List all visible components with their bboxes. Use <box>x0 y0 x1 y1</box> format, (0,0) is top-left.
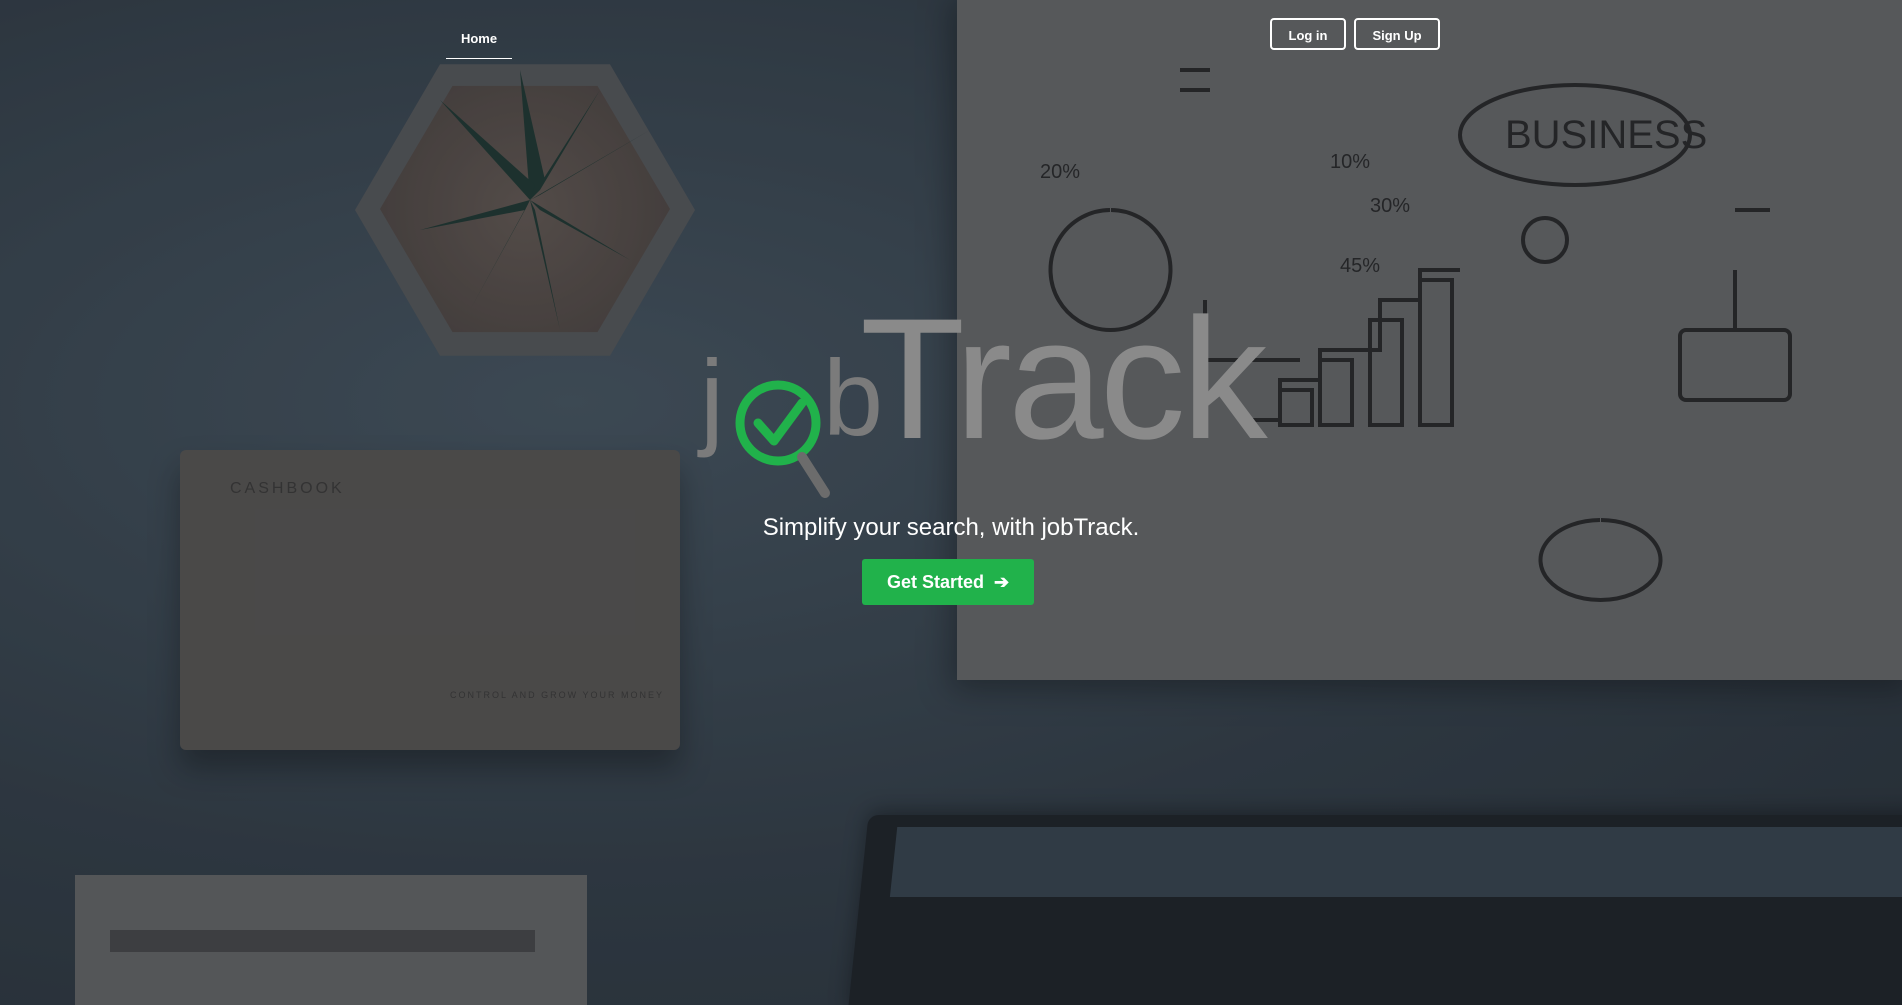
get-started-label: Get Started <box>886 572 984 592</box>
logo-track-text: Track <box>860 283 1268 475</box>
logo-letter-j: j <box>700 337 724 458</box>
nav-home-link[interactable]: Home <box>446 24 512 59</box>
jobtrack-logo: j b Track <box>700 283 1268 510</box>
get-started-button[interactable]: Get Started ➔ <box>862 559 1034 605</box>
hero-tagline: Simplify your search, with jobTrack. <box>762 514 1140 541</box>
login-button[interactable]: Log in <box>1270 18 1346 50</box>
arrow-right-icon: ➔ <box>993 572 1010 592</box>
signup-button[interactable]: Sign Up <box>1354 18 1440 50</box>
